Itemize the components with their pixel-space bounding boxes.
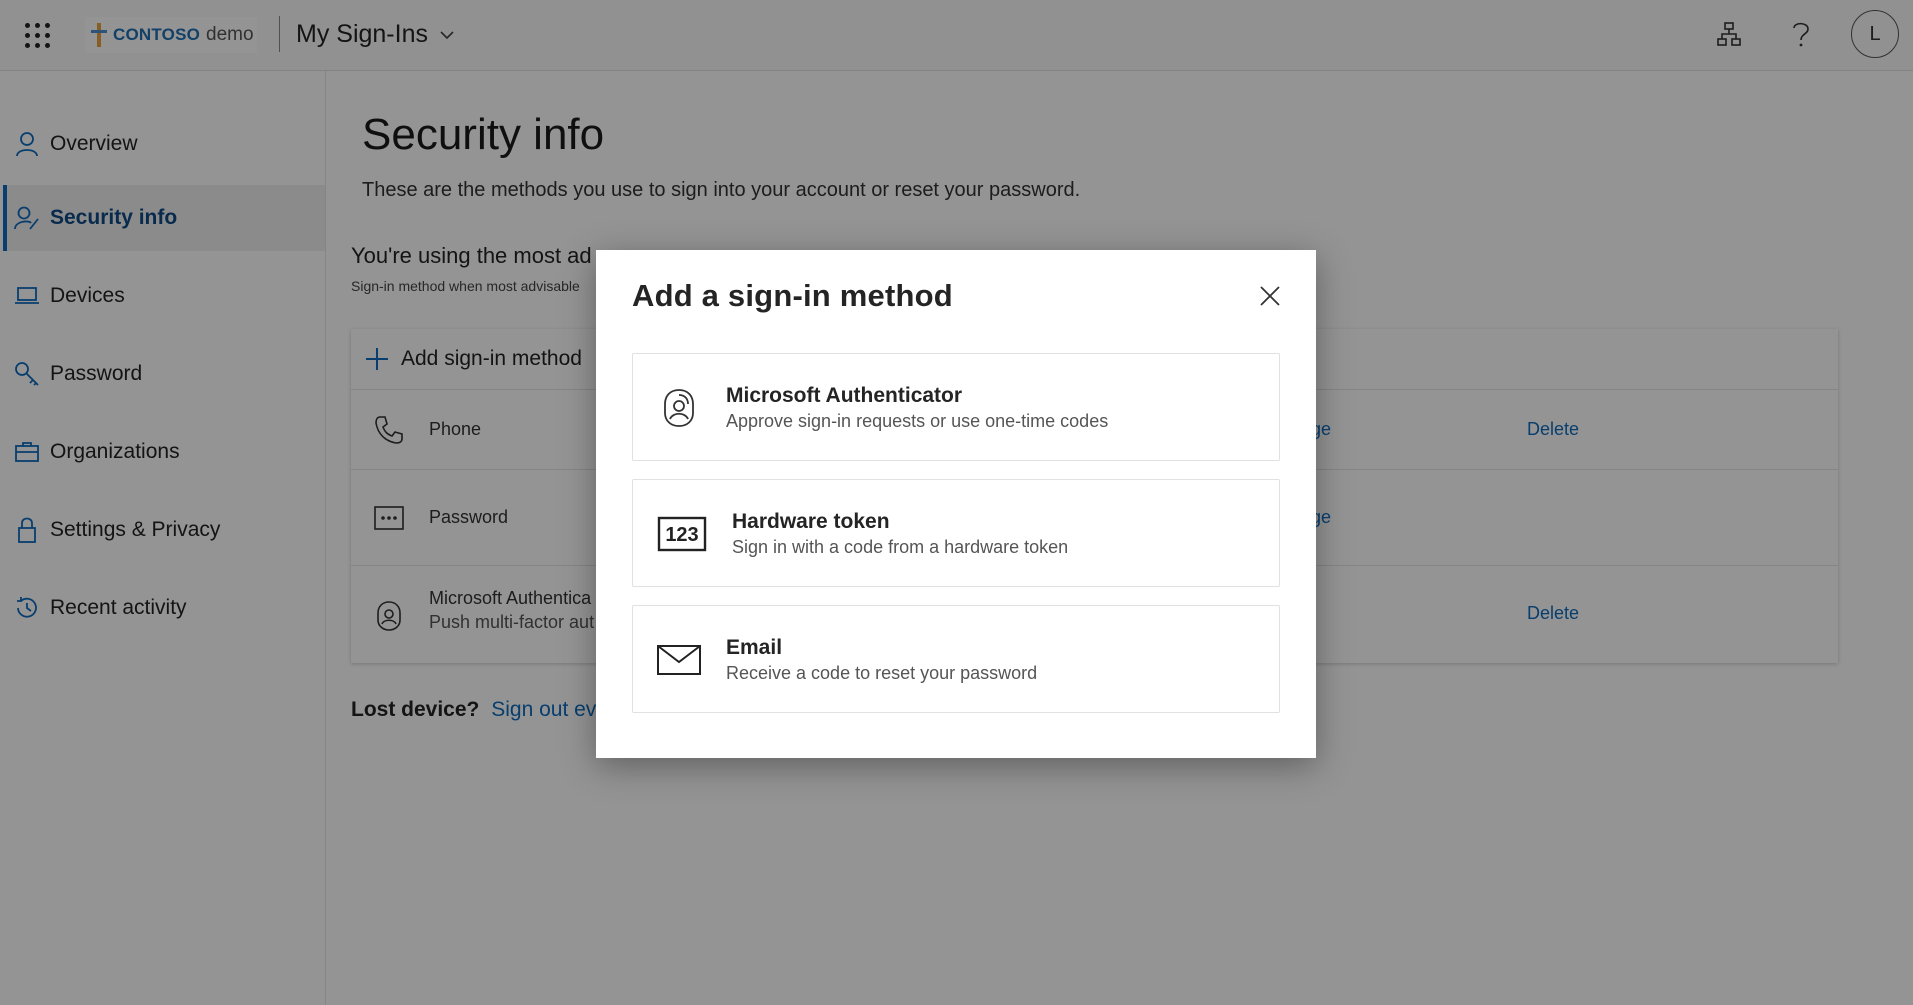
option-title: Email: [726, 636, 783, 659]
option-title: Hardware token: [732, 510, 890, 533]
authenticator-icon: [655, 384, 703, 432]
hardware-token-icon-text: 123: [665, 524, 698, 546]
option-email[interactable]: Email Receive a code to reset your passw…: [632, 605, 1280, 713]
option-description: Sign in with a code from a hardware toke…: [732, 537, 1069, 557]
option-description: Approve sign-in requests or use one-time…: [726, 411, 1109, 431]
close-icon[interactable]: [1254, 280, 1286, 312]
add-sign-in-method-dialog: Add a sign-in method Microsoft Authentic…: [596, 250, 1316, 758]
option-title: Microsoft Authenticator: [726, 384, 963, 407]
option-microsoft-authenticator[interactable]: Microsoft Authenticator Approve sign-in …: [632, 353, 1280, 461]
option-hardware-token[interactable]: 123 Hardware token Sign in with a code f…: [632, 479, 1280, 587]
option-description: Receive a code to reset your password: [726, 663, 1038, 683]
envelope-icon: [655, 636, 703, 684]
hardware-token-icon: 123: [655, 510, 709, 558]
dialog-title: Add a sign-in method: [632, 278, 953, 313]
